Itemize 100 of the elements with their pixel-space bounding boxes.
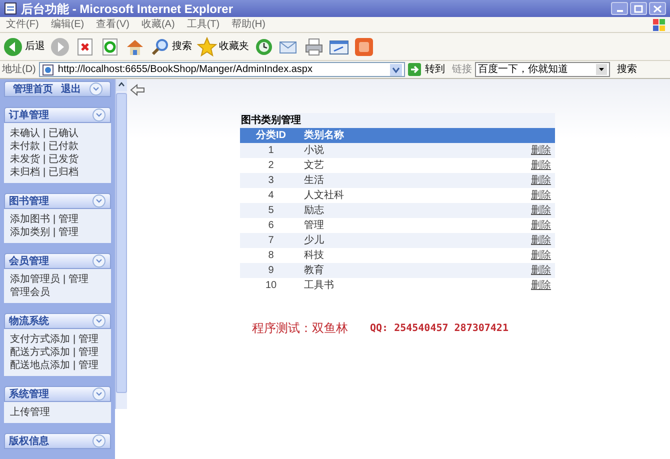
printer-icon[interactable] xyxy=(304,36,324,56)
shop-icon[interactable] xyxy=(354,36,374,56)
refresh-icon[interactable] xyxy=(100,36,120,56)
scroll-thumb[interactable] xyxy=(116,93,127,393)
delete-link[interactable]: 删除 xyxy=(531,173,551,188)
sidebar-link[interactable]: 配送地点添加 xyxy=(10,359,70,372)
menu-item[interactable]: 查看(V) xyxy=(90,17,136,32)
delete-link[interactable]: 删除 xyxy=(531,158,551,173)
sidebar-link[interactable]: 配送方式添加 xyxy=(10,346,70,359)
address-label: 地址(D) xyxy=(2,64,36,74)
sidebar-link[interactable]: 管理 xyxy=(58,226,79,239)
dropdown-icon[interactable] xyxy=(390,64,402,76)
stop-icon[interactable] xyxy=(75,36,95,56)
top-link[interactable]: 退出 xyxy=(61,82,81,96)
menu-item[interactable]: 收藏(A) xyxy=(135,17,181,32)
table-cell-text: 8 xyxy=(267,249,275,263)
collapse-icon[interactable] xyxy=(92,108,106,122)
address-field[interactable]: http://localhost:6655/BookShop/Manger/AdminIndex.aspx xyxy=(38,62,405,77)
collapse-icon[interactable] xyxy=(92,314,106,328)
dropdown-icon[interactable] xyxy=(596,64,607,75)
separator-text: | xyxy=(53,213,56,226)
menu-item[interactable]: 编辑(E) xyxy=(44,17,90,32)
sidebar-link[interactable]: 已发货 xyxy=(48,153,79,166)
section-header[interactable]: 系统管理 xyxy=(4,386,111,402)
forward-icon[interactable] xyxy=(50,36,70,56)
column-header: 分类ID xyxy=(254,128,287,143)
table-cell-text: 人文社科 xyxy=(304,188,344,203)
sidebar-link[interactable]: 管理 xyxy=(58,213,79,226)
section-header[interactable]: 会员管理 xyxy=(4,253,111,269)
sidebar-link[interactable]: 添加类别 xyxy=(10,226,50,239)
delete-link[interactable]: 删除 xyxy=(531,143,551,158)
table-cell-text: 5 xyxy=(267,204,275,218)
delete-link[interactable]: 删除 xyxy=(531,263,551,278)
section-title: 版权信息 xyxy=(9,434,49,448)
table-cell-text: 2 xyxy=(267,159,275,173)
section-title: 系统管理 xyxy=(9,388,49,400)
table-cell-text: 9 xyxy=(267,264,275,278)
table-cell-text: 1 xyxy=(267,144,275,158)
sidebar-link[interactable]: 支付方式添加 xyxy=(10,333,70,346)
sidebar-link[interactable]: 上传管理 xyxy=(10,406,50,419)
scrollbar[interactable] xyxy=(115,79,127,409)
sidebar-link[interactable]: 管理 xyxy=(78,346,99,359)
toolbar-label[interactable]: 搜索 xyxy=(172,39,192,54)
delete-link[interactable]: 删除 xyxy=(531,218,551,233)
delete-link[interactable]: 删除 xyxy=(531,278,551,293)
back-icon[interactable] xyxy=(3,36,23,56)
top-link[interactable]: 管理首页 xyxy=(13,82,53,96)
sidebar-link[interactable]: 已归档 xyxy=(48,166,79,179)
sidebar-link[interactable]: 添加图书 xyxy=(10,213,50,226)
section-header[interactable]: 订单管理 xyxy=(4,107,111,123)
delete-link[interactable]: 删除 xyxy=(531,248,551,263)
delete-link[interactable]: 删除 xyxy=(531,188,551,203)
collapse-icon[interactable] xyxy=(92,387,106,401)
separator-text: | xyxy=(43,127,46,140)
search-button[interactable]: 搜索 xyxy=(616,64,637,74)
menu-item[interactable]: 工具(T) xyxy=(180,17,226,32)
collapse-icon[interactable] xyxy=(92,434,106,448)
section-header[interactable]: 物流系统 xyxy=(4,313,111,329)
search-combo[interactable]: 百度一下，你就知道 xyxy=(474,62,610,77)
sidebar-link[interactable]: 添加管理员 xyxy=(10,273,60,286)
collapse-icon[interactable] xyxy=(89,82,103,96)
delete-link[interactable]: 删除 xyxy=(531,203,551,218)
scroll-up-icon[interactable] xyxy=(116,79,127,91)
delete-link[interactable]: 删除 xyxy=(531,233,551,248)
sidebar-link[interactable]: 未发货 xyxy=(10,153,40,166)
menu-item[interactable]: 帮助(H) xyxy=(226,17,272,32)
separator-text: | xyxy=(43,153,46,166)
sidebar-link[interactable]: 管理 xyxy=(78,333,99,346)
table-cell-text: 工具书 xyxy=(304,278,334,293)
section-header[interactable]: 版权信息 xyxy=(4,433,111,449)
collapse-icon[interactable] xyxy=(92,194,106,208)
sidebar-link[interactable]: 未付款 xyxy=(10,140,40,153)
go-button[interactable]: 转到 xyxy=(408,63,445,76)
separator-text: | xyxy=(43,140,46,153)
sidebar-link[interactable]: 管理 xyxy=(68,273,89,286)
toolbar-label[interactable]: 后退 xyxy=(25,39,45,54)
maximize-icon xyxy=(634,4,643,12)
star-icon[interactable] xyxy=(197,36,217,56)
section-title: 图书管理 xyxy=(9,194,49,208)
toolbar-label[interactable]: 收藏夹 xyxy=(219,39,249,54)
back-arrow-icon[interactable] xyxy=(130,84,145,96)
sidebar-link[interactable]: 已付款 xyxy=(48,140,79,153)
search-icon[interactable] xyxy=(150,36,170,56)
maximize-button[interactable] xyxy=(630,2,647,15)
collapse-icon[interactable] xyxy=(92,254,106,268)
separator-text: | xyxy=(73,346,76,359)
table-title: 图书类别管理 xyxy=(241,114,301,128)
sidebar-link[interactable]: 管理会员 xyxy=(10,286,50,299)
sidebar-link[interactable]: 已确认 xyxy=(48,127,79,140)
close-button[interactable] xyxy=(649,2,666,15)
menu-item[interactable]: 文件(F) xyxy=(0,17,45,32)
section-header[interactable]: 图书管理 xyxy=(4,193,111,209)
sidebar-link[interactable]: 未确认 xyxy=(10,127,40,140)
sidebar-link[interactable]: 管理 xyxy=(78,359,99,372)
clock-icon[interactable] xyxy=(254,36,274,56)
separator-text: | xyxy=(73,359,76,372)
table-cell-text: 生活 xyxy=(304,174,324,188)
arrow-icon xyxy=(408,63,421,76)
minimize-button[interactable] xyxy=(611,2,628,15)
sidebar-link[interactable]: 未归档 xyxy=(10,166,40,179)
